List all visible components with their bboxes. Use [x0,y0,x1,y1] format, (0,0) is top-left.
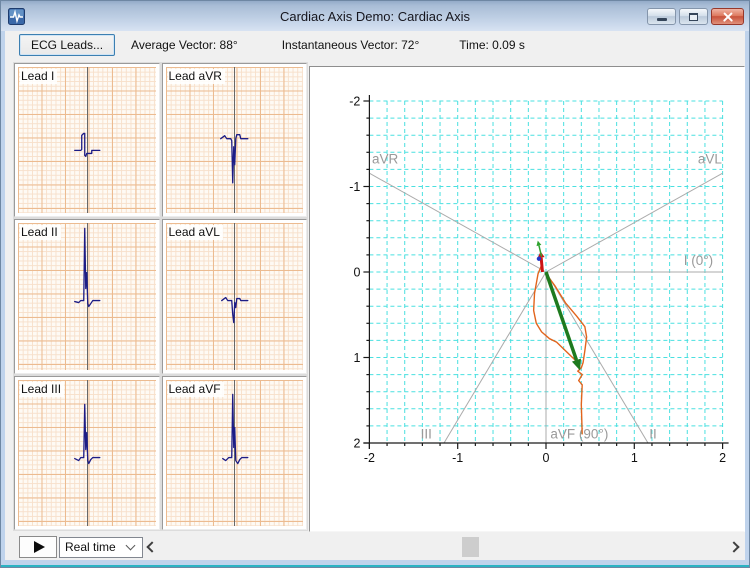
x-tick-label: 1 [631,451,638,465]
cardiac-axis-plot: aVR aVL I (0°) II III aVF (90°) -2 -2 -1 -1 0 0 1 1 2 2 [309,66,745,532]
scroll-left-button[interactable] [145,537,159,557]
bottom-bar: Real time [5,534,745,560]
ecg-lead-label: Lead aVF [167,381,224,397]
mode-select[interactable]: Real time [59,536,143,558]
y-tick-label: -1 [349,180,360,194]
play-button[interactable] [19,536,57,558]
mode-select-value: Real time [65,540,116,554]
chevron-down-icon [125,540,136,551]
x-tick-label: -2 [364,451,375,465]
lead-axis-label: II [649,427,657,442]
horizontal-scrollbar[interactable] [143,536,745,558]
content-area: Lead I Lead aVR Lead II Lead aVL Lead III Lea… [5,59,745,536]
ecg-waveform [219,134,248,184]
ecg-waveform [221,393,248,464]
chevron-left-icon [146,541,158,553]
ecg-waveform [74,132,101,158]
ecg-lead-grid: Lead I Lead aVR Lead II Lead aVL Lead III Lea… [14,63,307,530]
ecg-lead-label: Lead III [20,381,65,397]
ecg-lead-tile: Lead I [14,63,160,218]
time-label: Time: 0.09 s [459,38,525,52]
ecg-leads-button[interactable]: ECG Leads... [19,34,116,56]
ecg-lead-label: Lead I [20,69,58,84]
ecg-lead-tile: Lead III [14,375,160,530]
y-tick-label: 0 [353,266,360,280]
ecg-paper: Lead II [18,223,156,370]
ecg-waveform [220,297,248,324]
x-tick-label: 2 [719,451,726,465]
maximize-button[interactable] [679,8,708,25]
average-vector-label: Average Vector: 88° [131,38,238,52]
title-bar: Cardiac Axis Demo: Cardiac Axis [1,1,749,31]
ecg-paper: Lead aVR [165,67,303,214]
scroll-right-button[interactable] [727,537,741,557]
window-frame-right [745,31,749,567]
ecg-lead-tile: Lead II [14,219,160,374]
play-icon [33,541,45,553]
lead-axis-label: aVL [698,151,723,166]
scrollbar-thumb[interactable] [462,537,480,557]
minimize-icon [656,18,667,21]
ecg-lead-label: Lead II [20,225,61,241]
window-title: Cardiac Axis Demo: Cardiac Axis [279,8,470,24]
y-tick-label: 2 [353,437,360,451]
ecg-paper: Lead aVF [165,379,303,526]
ecg-paper: Lead I [18,67,156,214]
ecg-lead-tile: Lead aVR [161,63,307,218]
window-frame-left [1,31,5,567]
ecg-lead-tile: Lead aVL [161,219,307,374]
y-tick-label: 1 [353,351,360,365]
ecg-lead-tile: Lead aVF [161,375,307,530]
ecg-paper: Lead III [18,379,156,526]
close-icon [722,11,734,23]
maximize-icon [689,12,698,21]
y-tick-label: -2 [349,95,360,109]
ecg-lead-label: Lead aVR [167,69,225,84]
close-button[interactable] [711,8,744,25]
x-tick-label: -1 [452,451,463,465]
ecg-paper: Lead aVL [165,223,303,370]
lead-axis-label: III [421,427,432,442]
lead-axis-label: I (0°) [684,253,713,268]
ecg-lead-label: Lead aVL [167,225,223,241]
x-tick-label: 0 [543,451,550,465]
instantaneous-vector-label: Instantaneous Vector: 72° [281,38,420,52]
app-window: Cardiac Axis Demo: Cardiac Axis ECG Lead… [0,0,750,568]
toolbar: ECG Leads... Average Vector: 88° Instant… [5,31,745,59]
ecg-waveform [74,403,101,464]
small-green-arrow [536,240,543,257]
window-frame-bottom [1,560,749,567]
cardiac-axis-plot-svg: aVR aVLI (0°)IIIII aVF (90°)-2-2-1-1001122 [349,95,729,465]
lead-axis-label: aVF (90°) [550,427,608,442]
ecg-waveform [74,228,101,308]
minimize-button[interactable] [647,8,676,25]
lead-axis-label: aVR [372,151,399,166]
chevron-right-icon [728,541,740,553]
blue-dot [536,256,542,261]
window-controls [647,8,744,25]
